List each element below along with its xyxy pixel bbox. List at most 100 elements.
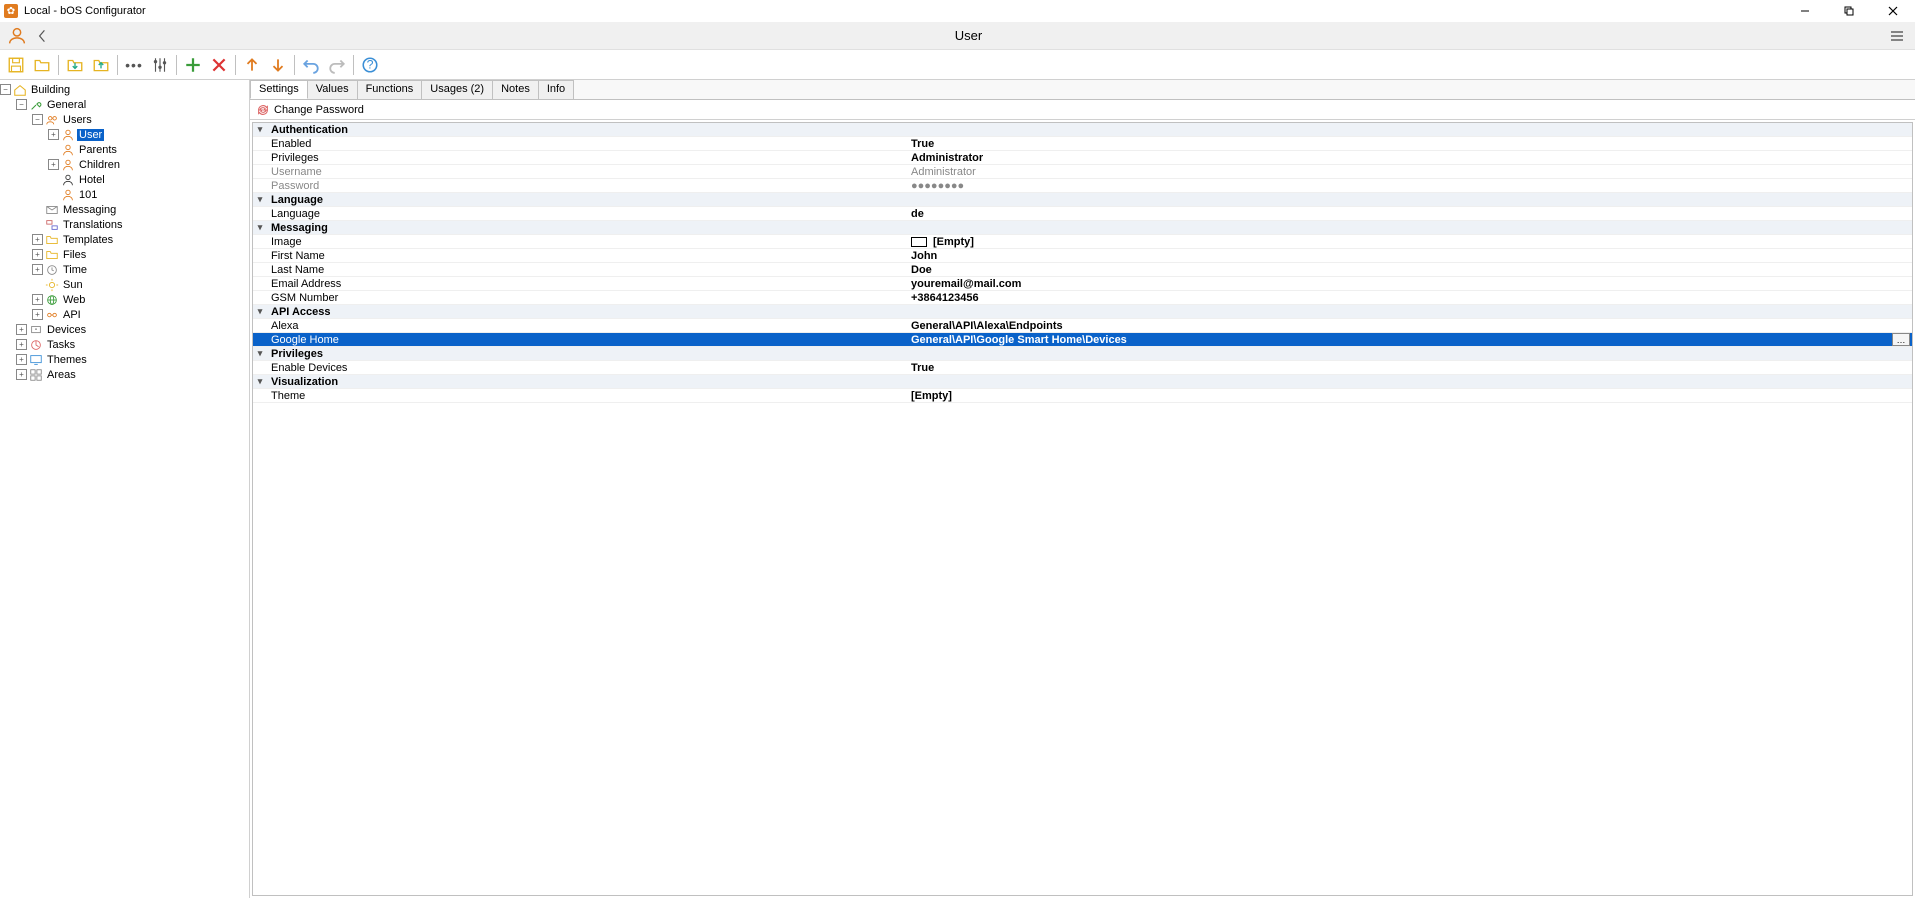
image-placeholder-icon [911, 237, 927, 247]
globe-icon [45, 293, 59, 307]
undo-icon[interactable] [299, 53, 323, 77]
action-bar: Change Password [250, 100, 1915, 120]
tree-node-templates[interactable]: +Templates [32, 232, 249, 247]
tree-node-tasks[interactable]: +Tasks [16, 337, 249, 352]
sun-icon [45, 278, 59, 292]
translations-icon [45, 218, 59, 232]
tabs: Settings Values Functions Usages (2) Not… [250, 80, 1915, 100]
prop-first-name[interactable]: First NameJohn [253, 249, 1912, 263]
prop-username[interactable]: UsernameAdministrator [253, 165, 1912, 179]
tab-info[interactable]: Info [538, 80, 574, 99]
toolbar: ••• ? [0, 50, 1915, 80]
tree-node-messaging[interactable]: Messaging [32, 202, 249, 217]
tools-icon [29, 98, 43, 112]
tasks-icon [29, 338, 43, 352]
import-icon[interactable] [63, 53, 87, 77]
tree-node-web[interactable]: +Web [32, 292, 249, 307]
tree-node-api[interactable]: +API [32, 307, 249, 322]
person-icon [61, 128, 75, 142]
window-title: Local - bOS Configurator [24, 5, 1783, 17]
change-password-link[interactable]: Change Password [274, 104, 364, 116]
tree-panel: − Building − General [0, 80, 250, 898]
property-grid: ▾Authentication EnabledTrue PrivilegesAd… [252, 122, 1913, 896]
group-api-access[interactable]: ▾API Access [253, 305, 1912, 319]
prop-google-home[interactable]: Google HomeGeneral\API\Google Smart Home… [253, 333, 1912, 347]
prop-language[interactable]: Languagede [253, 207, 1912, 221]
tree-node-hotel[interactable]: Hotel [48, 172, 249, 187]
browse-button[interactable]: … [1892, 333, 1910, 346]
person-icon [61, 188, 75, 202]
sliders-icon[interactable] [148, 53, 172, 77]
tree-node-101[interactable]: 101 [48, 187, 249, 202]
users-icon [45, 113, 59, 127]
tree-node-children[interactable]: +Children [48, 157, 249, 172]
person-icon [61, 143, 75, 157]
open-icon[interactable] [30, 53, 54, 77]
home-icon [13, 83, 27, 97]
tree-node-sun[interactable]: Sun [32, 277, 249, 292]
tree-node-translations[interactable]: Translations [32, 217, 249, 232]
chevron-down-icon: ▾ [253, 194, 267, 205]
page-title: User [52, 28, 1885, 43]
chevron-down-icon: ▾ [253, 222, 267, 233]
person-icon [61, 158, 75, 172]
close-button[interactable] [1871, 0, 1915, 22]
areas-icon [29, 368, 43, 382]
add-icon[interactable] [181, 53, 205, 77]
tab-usages[interactable]: Usages (2) [421, 80, 493, 99]
back-button[interactable] [32, 26, 52, 46]
minimize-button[interactable] [1783, 0, 1827, 22]
chevron-down-icon: ▾ [253, 348, 267, 359]
tab-functions[interactable]: Functions [357, 80, 423, 99]
tree-node-areas[interactable]: +Areas [16, 367, 249, 382]
move-up-icon[interactable] [240, 53, 264, 77]
prop-theme[interactable]: Theme[Empty] [253, 389, 1912, 403]
tree-node-user[interactable]: +User [48, 127, 249, 142]
prop-last-name[interactable]: Last NameDoe [253, 263, 1912, 277]
prop-email[interactable]: Email Addressyouremail@mail.com [253, 277, 1912, 291]
tree-node-themes[interactable]: +Themes [16, 352, 249, 367]
prop-password[interactable]: Password●●●●●●●● [253, 179, 1912, 193]
maximize-button[interactable] [1827, 0, 1871, 22]
clock-icon [45, 263, 59, 277]
prop-image[interactable]: Image[Empty] [253, 235, 1912, 249]
group-authentication[interactable]: ▾Authentication [253, 123, 1912, 137]
redo-icon[interactable] [325, 53, 349, 77]
move-down-icon[interactable] [266, 53, 290, 77]
group-visualization[interactable]: ▾Visualization [253, 375, 1912, 389]
delete-icon[interactable] [207, 53, 231, 77]
tab-settings[interactable]: Settings [250, 80, 308, 99]
tree-node-users[interactable]: − Users [32, 112, 249, 127]
prop-privileges[interactable]: PrivilegesAdministrator [253, 151, 1912, 165]
app-icon: ✿ [4, 4, 18, 18]
tree-node-time[interactable]: +Time [32, 262, 249, 277]
tab-values[interactable]: Values [307, 80, 358, 99]
prop-enable-devices[interactable]: Enable DevicesTrue [253, 361, 1912, 375]
folder-icon [45, 233, 59, 247]
tree-node-devices[interactable]: +Devices [16, 322, 249, 337]
tab-notes[interactable]: Notes [492, 80, 539, 99]
header-bar: User [0, 22, 1915, 50]
more-icon[interactable]: ••• [122, 53, 146, 77]
tree-node-parents[interactable]: Parents [48, 142, 249, 157]
help-icon[interactable]: ? [358, 53, 382, 77]
save-icon[interactable] [4, 53, 28, 77]
devices-icon [29, 323, 43, 337]
group-messaging[interactable]: ▾Messaging [253, 221, 1912, 235]
group-privileges[interactable]: ▾Privileges [253, 347, 1912, 361]
prop-gsm[interactable]: GSM Number+3864123456 [253, 291, 1912, 305]
export-icon[interactable] [89, 53, 113, 77]
svg-text:?: ? [367, 57, 374, 71]
chevron-down-icon: ▾ [253, 306, 267, 317]
api-icon [45, 308, 59, 322]
tree-node-general[interactable]: − General [16, 97, 249, 112]
prop-alexa[interactable]: AlexaGeneral\API\Alexa\Endpoints [253, 319, 1912, 333]
hamburger-menu-button[interactable] [1885, 24, 1909, 48]
tree-node-building[interactable]: − Building [0, 82, 249, 97]
group-language[interactable]: ▾Language [253, 193, 1912, 207]
folder-icon [45, 248, 59, 262]
person-icon [61, 173, 75, 187]
prop-enabled[interactable]: EnabledTrue [253, 137, 1912, 151]
tree-node-files[interactable]: +Files [32, 247, 249, 262]
refresh-icon [256, 103, 270, 117]
